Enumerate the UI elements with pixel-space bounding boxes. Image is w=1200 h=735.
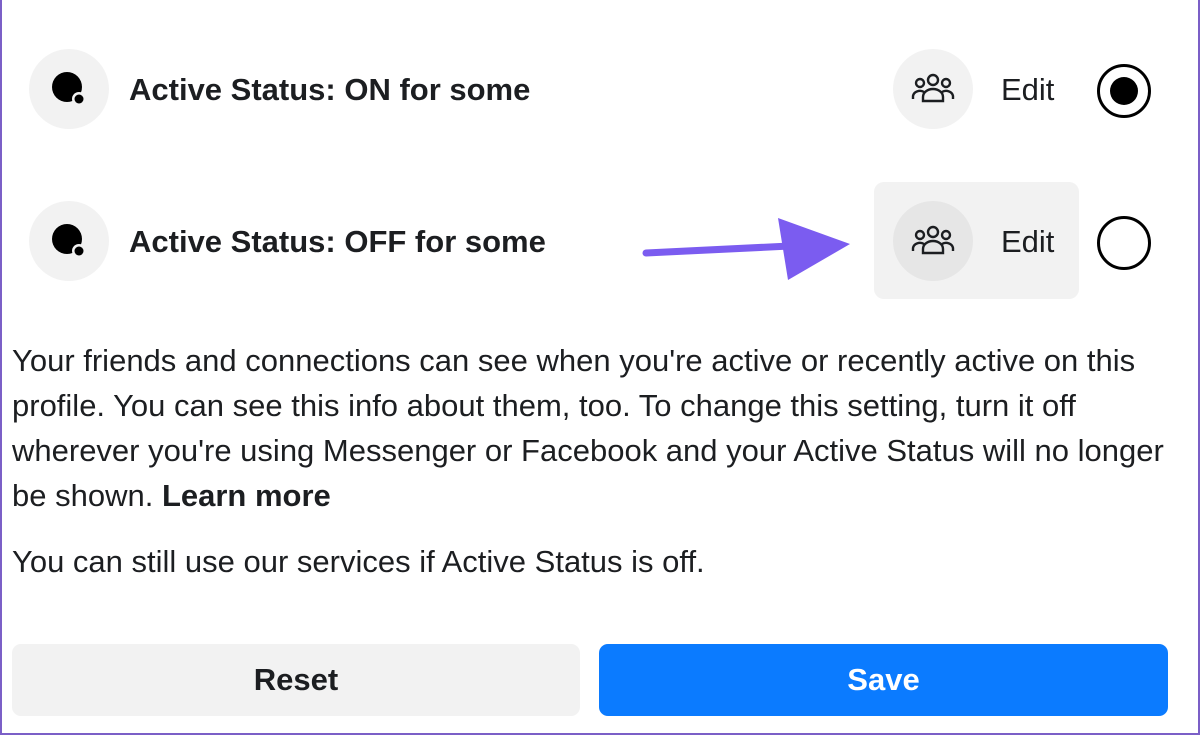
option-row-off-for-some[interactable]: Active Status: OFF for some Edit [0,182,1200,299]
edit-audience-button[interactable]: Edit [1001,70,1054,110]
people-group-icon[interactable] [893,201,973,281]
active-status-description: Your friends and connections can see whe… [12,338,1182,518]
active-status-icon [29,49,109,129]
option-label: Active Status: OFF for some [129,224,546,259]
reset-button[interactable]: Reset [12,644,580,716]
edit-audience-button[interactable]: Edit [1001,222,1054,262]
services-note: You can still use our services if Active… [12,544,705,579]
option-row-on-for-some[interactable]: Active Status: ON for some Edit [0,40,1200,140]
option-label: Active Status: ON for some [129,72,531,107]
save-button[interactable]: Save [599,644,1168,716]
learn-more-link[interactable]: Learn more [162,478,331,513]
active-status-icon [29,201,109,281]
radio-off-for-some[interactable] [1097,216,1151,270]
people-group-icon[interactable] [893,49,973,129]
annotation-arrow-icon [642,218,850,280]
radio-on-for-some[interactable] [1097,64,1151,118]
